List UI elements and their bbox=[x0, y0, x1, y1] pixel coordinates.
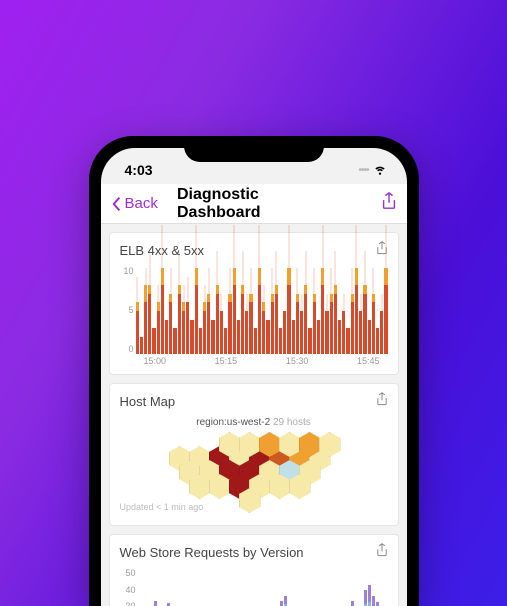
card-header: Web Store Requests by Version bbox=[120, 543, 388, 562]
y-axis: 1050 bbox=[120, 266, 134, 354]
x-axis: 15:0015:1515:3015:45 bbox=[136, 356, 388, 366]
chart-bars bbox=[138, 578, 388, 606]
dashboard-content[interactable]: ELB 4xx & 5xx 1050 15:0015:1515:3015:45 … bbox=[101, 224, 407, 606]
card-share-button[interactable] bbox=[376, 392, 388, 411]
phone-frame: 4:03 •••• Back Diagnostic Dashboard bbox=[89, 136, 419, 606]
host-map: region:us-west-2 29 hosts Updated < 1 mi… bbox=[120, 417, 388, 517]
phone-screen: 4:03 •••• Back Diagnostic Dashboard bbox=[101, 148, 407, 606]
back-button[interactable]: Back bbox=[111, 195, 158, 212]
card-web-store[interactable]: Web Store Requests by Version 50403020 bbox=[109, 534, 399, 606]
status-time: 4:03 bbox=[125, 162, 153, 178]
phone-notch bbox=[184, 136, 324, 162]
wifi-icon bbox=[373, 162, 387, 179]
card-elb-errors[interactable]: ELB 4xx & 5xx 1050 15:0015:1515:3015:45 bbox=[109, 232, 399, 375]
share-icon bbox=[376, 543, 388, 557]
card-host-map[interactable]: Host Map region:us-west-2 29 hosts Updat… bbox=[109, 383, 399, 526]
nav-bar: Back Diagnostic Dashboard bbox=[101, 184, 407, 224]
signal-icon: •••• bbox=[358, 165, 368, 176]
page-title: Diagnostic Dashboard bbox=[177, 186, 330, 222]
elb-chart: 1050 15:0015:1515:3015:45 bbox=[120, 266, 388, 366]
card-title: Web Store Requests by Version bbox=[120, 545, 304, 560]
card-share-button[interactable] bbox=[376, 543, 388, 562]
status-right: •••• bbox=[358, 162, 386, 179]
back-label: Back bbox=[125, 195, 158, 212]
chevron-left-icon bbox=[111, 196, 123, 212]
region-tag: region:us-west-2 bbox=[196, 417, 270, 428]
card-header: ELB 4xx & 5xx bbox=[120, 241, 388, 260]
host-map-label: region:us-west-2 29 hosts bbox=[120, 417, 388, 428]
chart-bars bbox=[136, 268, 388, 354]
card-header: Host Map bbox=[120, 392, 388, 411]
share-icon bbox=[381, 192, 397, 210]
card-title: Host Map bbox=[120, 394, 176, 409]
webstore-chart: 50403020 bbox=[120, 568, 388, 606]
share-icon bbox=[376, 392, 388, 406]
y-axis: 50403020 bbox=[120, 568, 136, 606]
share-button[interactable] bbox=[381, 192, 397, 215]
hex-grid bbox=[169, 432, 339, 496]
host-count: 29 hosts bbox=[273, 417, 311, 428]
